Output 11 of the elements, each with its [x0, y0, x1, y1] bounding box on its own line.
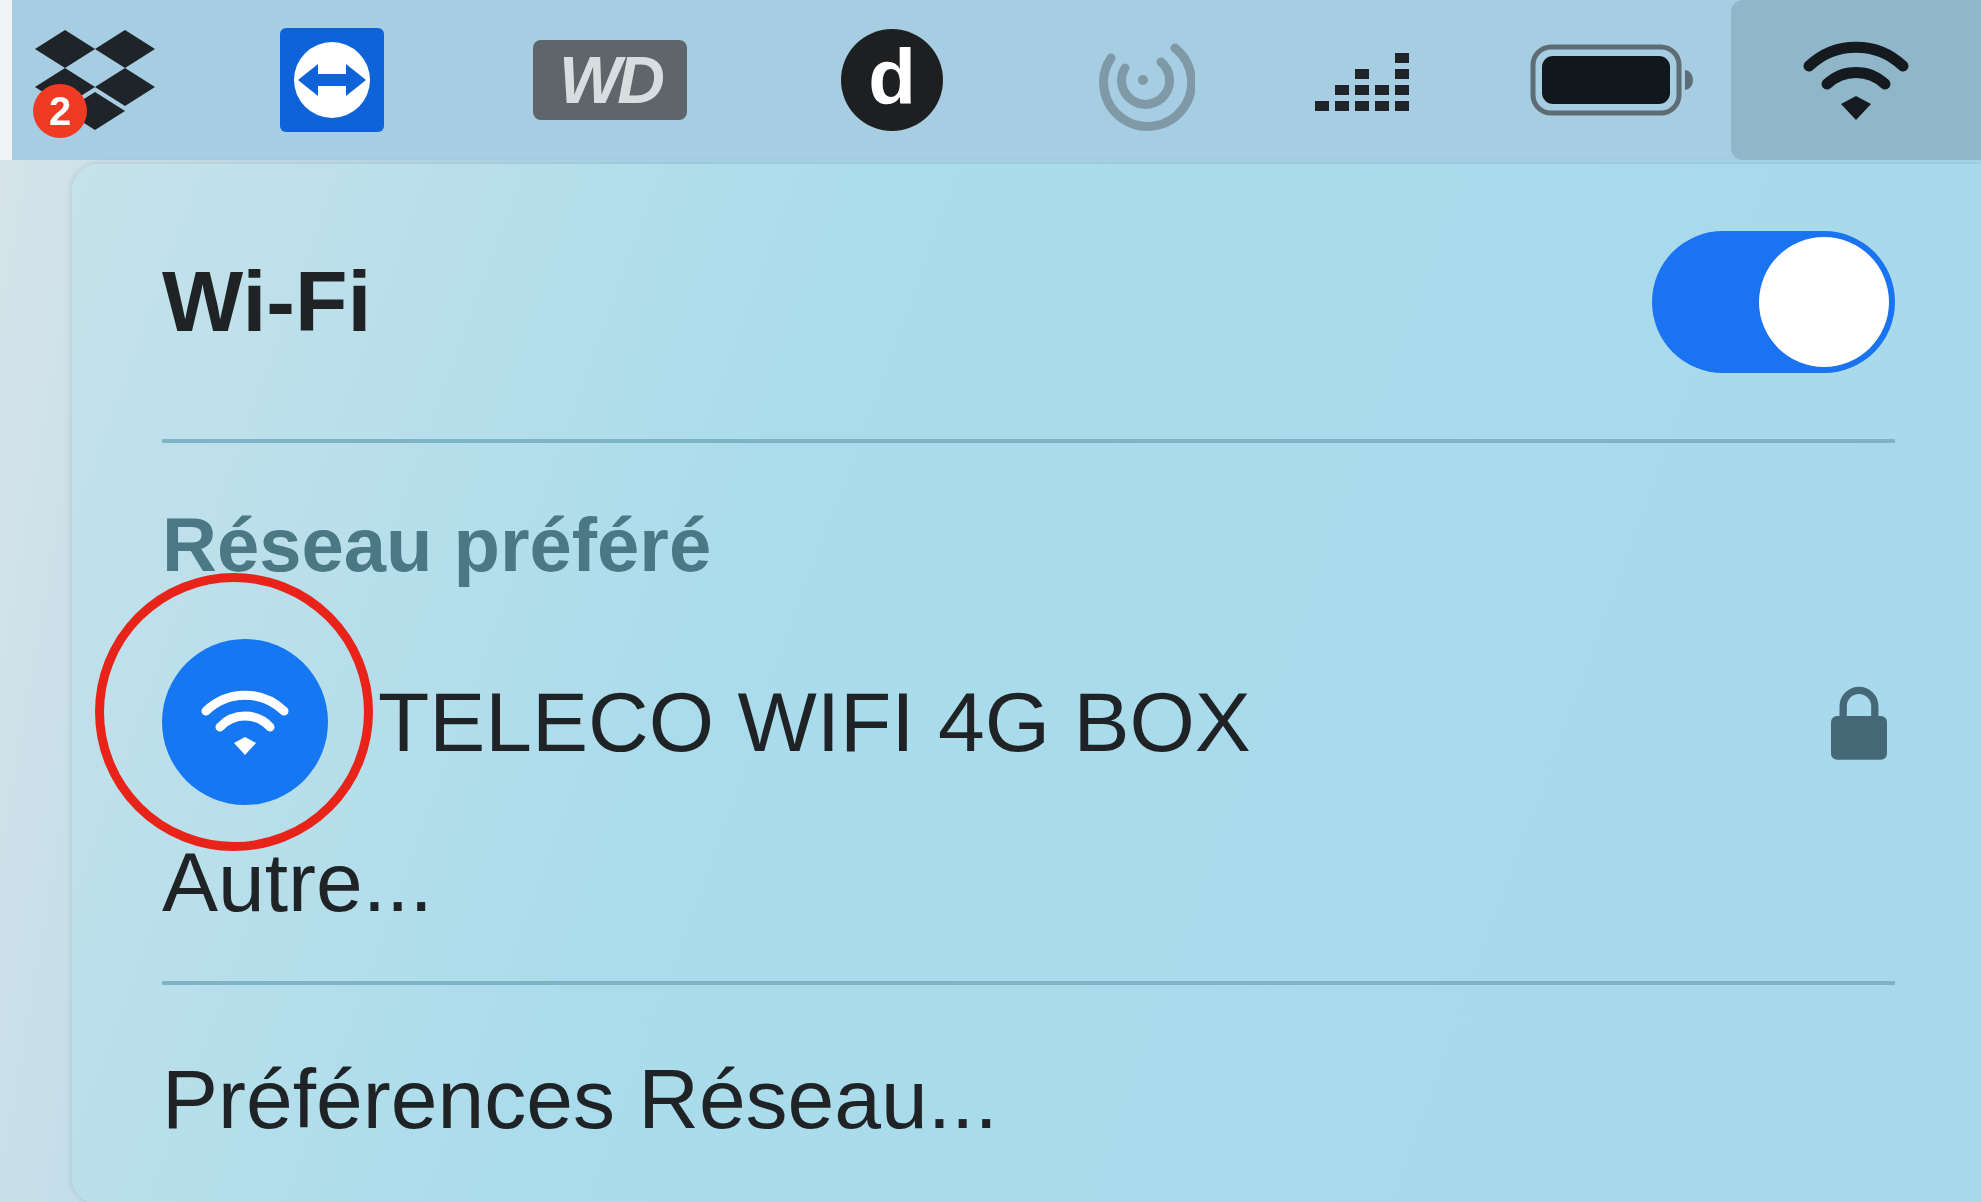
menu-title: Wi-Fi: [162, 252, 372, 351]
menu-item[interactable]: Autre...: [162, 834, 1895, 981]
network-name[interactable]: TELECO WIFI 4G BOX: [378, 673, 1831, 771]
letter-logo[interactable]: d: [841, 29, 943, 131]
battery-icon[interactable]: [1529, 44, 1694, 116]
notification-badge: 2: [33, 84, 87, 138]
drive-logo[interactable]: WD: [533, 40, 687, 120]
section-heading: Réseau préféré: [162, 501, 713, 588]
menu-item[interactable]: Préférences Réseau...: [162, 1051, 1895, 1198]
wifi-icon[interactable]: [1801, 40, 1911, 120]
wifi-icon[interactable]: [162, 639, 328, 805]
